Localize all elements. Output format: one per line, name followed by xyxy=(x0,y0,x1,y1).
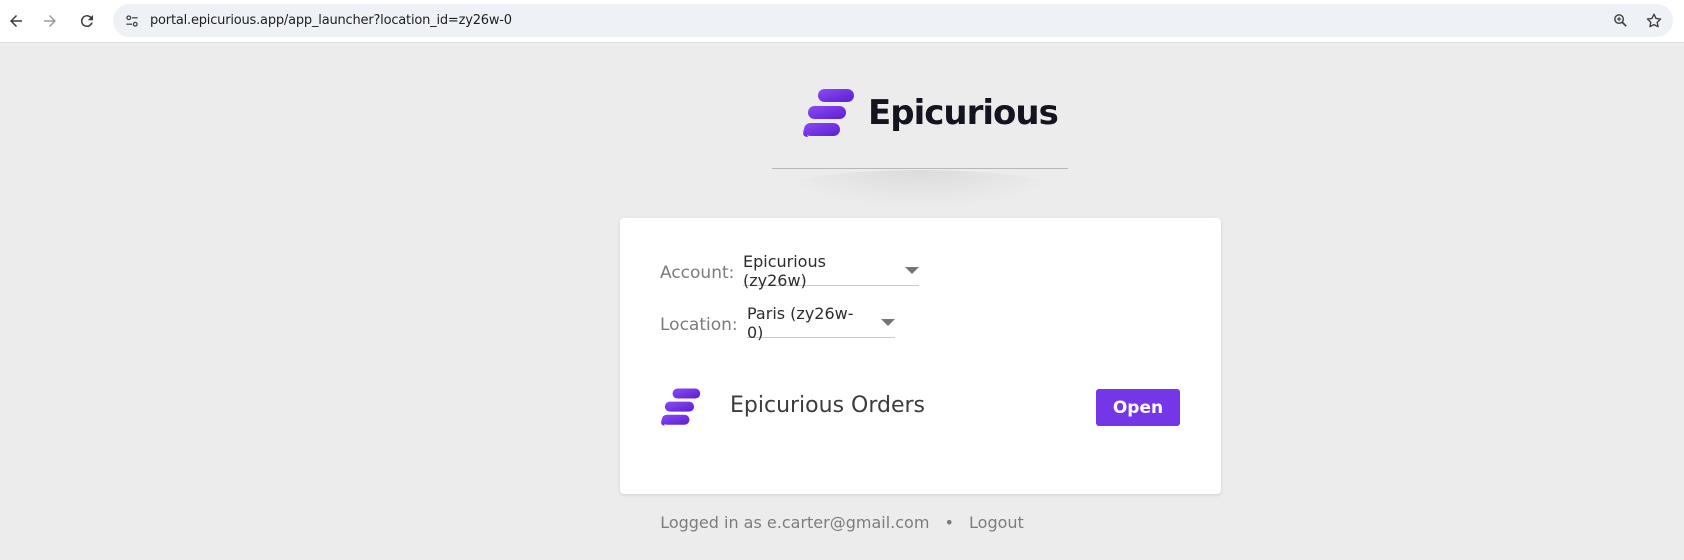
address-bar[interactable]: portal.epicurious.app/app_launcher?locat… xyxy=(113,4,1673,37)
divider-shadow xyxy=(780,170,1060,208)
forward-arrow-icon xyxy=(44,15,56,27)
brand-name: Epicurious xyxy=(868,93,1059,133)
footer-separator: • xyxy=(944,513,954,532)
chevron-down-icon xyxy=(905,267,919,274)
zoom-icon[interactable] xyxy=(1609,10,1631,32)
brand-header: Epicurious xyxy=(802,86,1059,140)
app-logo-icon xyxy=(661,388,701,426)
session-footer: Logged in as e.carter@gmail.com • Logout xyxy=(0,513,1684,532)
back-button[interactable] xyxy=(2,7,30,35)
reload-icon xyxy=(80,15,93,28)
account-label: Account: xyxy=(660,263,735,283)
browser-toolbar: portal.epicurious.app/app_launcher?locat… xyxy=(0,0,1684,43)
url-text[interactable]: portal.epicurious.app/app_launcher?locat… xyxy=(150,4,512,37)
account-select[interactable]: Epicurious (zy26w) xyxy=(743,252,919,290)
site-info-icon[interactable] xyxy=(121,10,143,32)
header-divider xyxy=(772,168,1068,169)
epicurious-logo-icon xyxy=(803,89,854,137)
forward-button[interactable] xyxy=(36,7,64,35)
location-select-value: Paris (zy26w-0) xyxy=(747,303,854,342)
reload-button[interactable] xyxy=(73,7,101,35)
logged-in-text: Logged in as e.carter@gmail.com xyxy=(660,513,930,532)
chevron-down-icon xyxy=(881,319,895,326)
app-name: Epicurious Orders xyxy=(730,393,926,418)
back-arrow-icon xyxy=(10,15,22,27)
location-select[interactable]: Paris (zy26w-0) xyxy=(747,304,895,342)
bookmark-star-icon[interactable] xyxy=(1643,10,1665,32)
logout-link[interactable]: Logout xyxy=(969,513,1024,532)
open-app-button[interactable]: Open xyxy=(1096,389,1180,426)
launcher-card: Account: Epicurious (zy26w) Location: Pa… xyxy=(620,218,1221,494)
location-label: Location: xyxy=(660,315,738,335)
account-select-value: Epicurious (zy26w) xyxy=(743,251,826,290)
